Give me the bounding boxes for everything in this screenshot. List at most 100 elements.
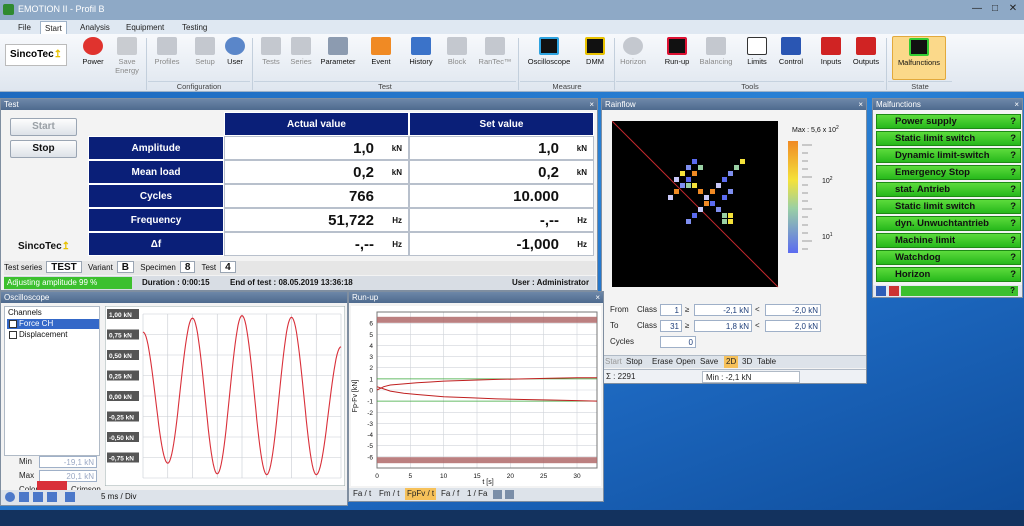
minimize-icon[interactable]: — — [968, 3, 986, 16]
group-tools: Tools — [616, 81, 884, 91]
tab-start[interactable]: Start — [40, 21, 67, 34]
runup-export-icon[interactable] — [493, 490, 502, 499]
set-value-cell[interactable]: -1,000 Hz — [409, 232, 594, 256]
horizon-button[interactable]: Horizon — [616, 36, 650, 80]
duration-text: Duration : 0:00:15 — [142, 278, 210, 287]
malfunction-item[interactable]: Emergency Stop? — [876, 165, 1021, 180]
rf-table-button[interactable]: Table — [757, 356, 776, 368]
timebase-icon[interactable] — [65, 492, 75, 502]
rf-erase-button[interactable]: Erase — [652, 356, 673, 368]
actual-unit: kN — [391, 144, 402, 153]
set-value-cell[interactable]: -,-- Hz — [409, 208, 594, 232]
close-icon[interactable]: × — [858, 99, 863, 110]
tab-analysis[interactable]: Analysis — [76, 21, 114, 34]
rantec-button[interactable]: RanTec™ — [476, 36, 514, 80]
acknowledge-icon[interactable] — [889, 286, 899, 296]
block-button[interactable]: Block — [440, 36, 474, 80]
export-icon[interactable] — [47, 492, 57, 502]
to-min-field[interactable]: 1,8 kN — [694, 320, 752, 332]
actual-value: 51,722 — [328, 212, 374, 229]
limits-button[interactable]: Limits — [740, 36, 774, 80]
runup-tab-fa-f[interactable]: Fa / f — [441, 488, 459, 500]
run-up-button[interactable]: Run-up — [660, 36, 694, 80]
close-icon[interactable]: ✕ — [1004, 3, 1022, 16]
osc-y-label: -0,75 kN — [109, 456, 134, 463]
scale-label-low: 101 — [822, 232, 833, 241]
tests-button[interactable]: Tests — [254, 36, 288, 80]
actual-value: 0,2 — [353, 164, 374, 181]
rf-open-button[interactable]: Open — [676, 356, 696, 368]
start-button[interactable]: Start — [10, 118, 77, 136]
parameter-button[interactable]: Parameter — [318, 36, 358, 80]
zoom-icon[interactable] — [19, 492, 29, 502]
to-max-field[interactable]: 2,0 kN — [765, 320, 821, 332]
runup-tab-fa-t[interactable]: Fa / t — [353, 488, 371, 500]
event-button[interactable]: Event — [364, 36, 398, 80]
runup-tab-fpfv-t[interactable]: FpFv / t — [405, 488, 437, 500]
maximize-icon[interactable]: □ — [986, 3, 1004, 16]
runup-tab-1-fa[interactable]: 1 / Fa — [467, 488, 487, 500]
channel-force-ch[interactable]: Force CH — [7, 319, 99, 329]
channel-checkbox[interactable] — [9, 331, 17, 339]
power-button[interactable]: Power — [76, 36, 110, 80]
malfunctions-button[interactable]: Malfunctions — [892, 36, 946, 80]
rf-start-button[interactable]: Start — [605, 356, 622, 368]
reset-icon[interactable] — [876, 286, 886, 296]
set-value-cell[interactable]: 1,0 kN — [409, 136, 594, 160]
malfunction-item[interactable]: Static limit switch? — [876, 199, 1021, 214]
runup-xlabel: t [s] — [482, 479, 493, 486]
from-min-field[interactable]: -2,1 kN — [694, 304, 752, 316]
dmm-button[interactable]: DMM — [578, 36, 612, 80]
tab-equipment[interactable]: Equipment — [122, 21, 168, 34]
inputs-button[interactable]: Inputs — [814, 36, 848, 80]
tab-file[interactable]: File — [14, 21, 35, 34]
malfunction-item[interactable]: Horizon? — [876, 267, 1021, 282]
rf-2d-button[interactable]: 2D — [724, 356, 739, 368]
trigger-icon[interactable] — [5, 492, 15, 502]
horizon-icon — [623, 37, 643, 55]
stop-button[interactable]: Stop — [10, 140, 77, 158]
settings-icon[interactable] — [33, 492, 43, 502]
balancing-icon — [706, 37, 726, 55]
close-icon[interactable]: × — [589, 99, 594, 110]
rainflow-cell — [728, 189, 733, 194]
malfunction-item[interactable]: stat. Antrieb? — [876, 182, 1021, 197]
malfunction-item[interactable]: dyn. Unwuchtantrieb? — [876, 216, 1021, 231]
channel-displacement[interactable]: Displacement — [7, 330, 99, 340]
window-title: EMOTION II - Profil B — [18, 4, 105, 14]
runup-settings-icon[interactable] — [505, 490, 514, 499]
outputs-button[interactable]: Outputs — [850, 36, 882, 80]
profiles-button[interactable]: Profiles — [150, 36, 184, 80]
malfunction-item[interactable]: Dynamic limit-switch? — [876, 148, 1021, 163]
history-button[interactable]: History — [404, 36, 438, 80]
rf-save-button[interactable]: Save — [700, 356, 718, 368]
to-class-field[interactable]: 31 — [660, 320, 682, 332]
rf-3d-button[interactable]: 3D — [742, 356, 752, 368]
channel-checkbox[interactable] — [9, 320, 17, 328]
set-value-cell[interactable]: 0,2 kN — [409, 160, 594, 184]
malfunction-item[interactable]: Machine limit? — [876, 233, 1021, 248]
malfunction-item[interactable]: Power supply? — [876, 114, 1021, 129]
close-icon[interactable]: × — [1014, 99, 1019, 110]
setup-button[interactable]: Setup — [188, 36, 222, 80]
runup-tab-fm-t[interactable]: Fm / t — [379, 488, 399, 500]
set-value-cell[interactable]: 10.000 — [409, 184, 594, 208]
control-button[interactable]: Control — [774, 36, 808, 80]
malfunction-item[interactable]: Watchdog? — [876, 250, 1021, 265]
min-value: -19,1 kN — [39, 456, 97, 468]
help-button[interactable]: ? — [901, 286, 1018, 296]
close-icon[interactable]: × — [595, 292, 600, 303]
from-max-field[interactable]: -2,0 kN — [765, 304, 821, 316]
save-energy-button[interactable]: Save Energy — [110, 36, 144, 80]
rf-stop-button[interactable]: Stop — [626, 356, 642, 368]
balancing-button[interactable]: Balancing — [696, 36, 736, 80]
user-button[interactable]: User — [218, 36, 252, 80]
from-class-field[interactable]: 1 — [660, 304, 682, 316]
set-unit: kN — [576, 168, 587, 177]
malfunction-item[interactable]: Static limit switch? — [876, 131, 1021, 146]
actual-unit: kN — [391, 168, 402, 177]
tab-testing[interactable]: Testing — [178, 21, 211, 34]
oscilloscope-button[interactable]: Oscilloscope — [524, 36, 574, 80]
series-button[interactable]: Series — [284, 36, 318, 80]
actual-value-cell: 766 — [224, 184, 409, 208]
